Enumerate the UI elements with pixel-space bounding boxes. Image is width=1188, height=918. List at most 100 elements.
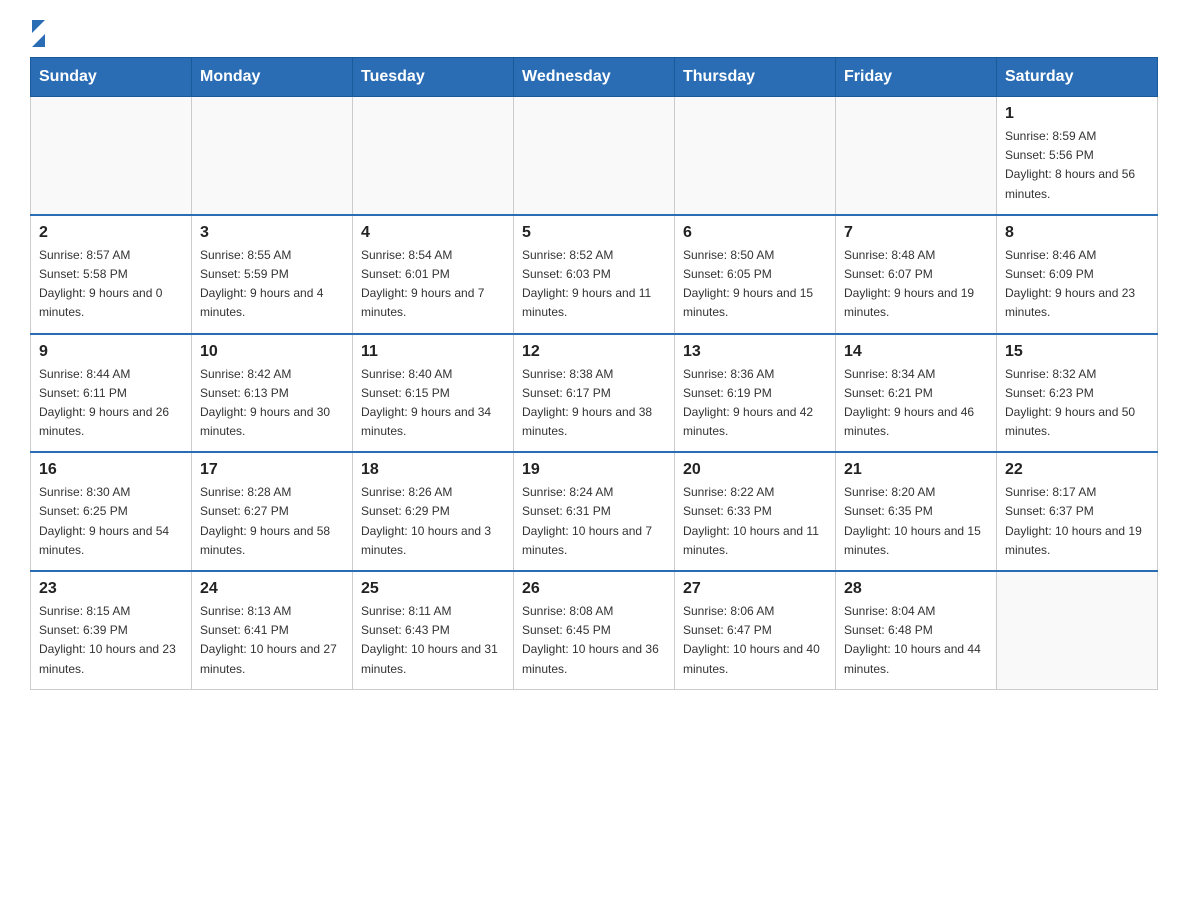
day-info: Sunrise: 8:50 AMSunset: 6:05 PMDaylight:… bbox=[683, 246, 827, 323]
weekday-header-friday: Friday bbox=[836, 58, 997, 97]
calendar-cell: 6 Sunrise: 8:50 AMSunset: 6:05 PMDaylight… bbox=[675, 215, 836, 334]
calendar-cell bbox=[31, 97, 192, 215]
page-header bbox=[30, 20, 1158, 47]
day-number: 18 bbox=[361, 461, 505, 479]
day-number: 15 bbox=[1005, 343, 1149, 361]
calendar-table: SundayMondayTuesdayWednesdayThursdayFrid… bbox=[30, 57, 1158, 690]
calendar-cell: 12 Sunrise: 8:38 AMSunset: 6:17 PMDayligh… bbox=[514, 334, 675, 453]
calendar-cell bbox=[997, 571, 1158, 689]
calendar-cell: 26 Sunrise: 8:08 AMSunset: 6:45 PMDayligh… bbox=[514, 571, 675, 689]
calendar-cell bbox=[192, 97, 353, 215]
week-row-5: 23Sunrise: 8:15 AMSunset: 6:39 PMDayligh… bbox=[31, 571, 1158, 689]
day-number: 8 bbox=[1005, 224, 1149, 242]
calendar-cell: 2 Sunrise: 8:57 AMSunset: 5:58 PMDaylight… bbox=[31, 215, 192, 334]
calendar-cell bbox=[353, 97, 514, 215]
weekday-header-thursday: Thursday bbox=[675, 58, 836, 97]
day-info: Sunrise: 8:38 AMSunset: 6:17 PMDaylight:… bbox=[522, 365, 666, 442]
calendar-cell: 24 Sunrise: 8:13 AMSunset: 6:41 PMDayligh… bbox=[192, 571, 353, 689]
day-number: 10 bbox=[200, 343, 344, 361]
calendar-cell: 16 Sunrise: 8:30 AMSunset: 6:25 PMDayligh… bbox=[31, 452, 192, 571]
weekday-header-wednesday: Wednesday bbox=[514, 58, 675, 97]
calendar-cell: 15 Sunrise: 8:32 AMSunset: 6:23 PMDayligh… bbox=[997, 334, 1158, 453]
day-info: Sunrise: 8:32 AMSunset: 6:23 PMDaylight:… bbox=[1005, 365, 1149, 442]
day-info: Sunrise: 8:57 AMSunset: 5:58 PMDaylight:… bbox=[39, 246, 183, 323]
calendar-cell: 4Sunrise: 8:54 AMSunset: 6:01 PMDaylight… bbox=[353, 215, 514, 334]
calendar-cell: 17 Sunrise: 8:28 AMSunset: 6:27 PMDayligh… bbox=[192, 452, 353, 571]
calendar-cell bbox=[836, 97, 997, 215]
day-info: Sunrise: 8:36 AMSunset: 6:19 PMDaylight:… bbox=[683, 365, 827, 442]
day-info: Sunrise: 8:48 AMSunset: 6:07 PMDaylight:… bbox=[844, 246, 988, 323]
day-number: 28 bbox=[844, 580, 988, 598]
day-number: 3 bbox=[200, 224, 344, 242]
day-info: Sunrise: 8:22 AMSunset: 6:33 PMDaylight:… bbox=[683, 483, 827, 560]
week-row-3: 9Sunrise: 8:44 AMSunset: 6:11 PMDaylight… bbox=[31, 334, 1158, 453]
day-number: 22 bbox=[1005, 461, 1149, 479]
day-info: Sunrise: 8:55 AMSunset: 5:59 PMDaylight:… bbox=[200, 246, 344, 323]
calendar-cell: 13Sunrise: 8:36 AMSunset: 6:19 PMDayligh… bbox=[675, 334, 836, 453]
calendar-cell: 20 Sunrise: 8:22 AMSunset: 6:33 PMDayligh… bbox=[675, 452, 836, 571]
day-number: 14 bbox=[844, 343, 988, 361]
day-info: Sunrise: 8:40 AMSunset: 6:15 PMDaylight:… bbox=[361, 365, 505, 442]
week-row-2: 2 Sunrise: 8:57 AMSunset: 5:58 PMDaylight… bbox=[31, 215, 1158, 334]
weekday-header-row: SundayMondayTuesdayWednesdayThursdayFrid… bbox=[31, 58, 1158, 97]
calendar-cell: 5 Sunrise: 8:52 AMSunset: 6:03 PMDaylight… bbox=[514, 215, 675, 334]
logo bbox=[30, 20, 45, 47]
calendar-cell: 1 Sunrise: 8:59 AMSunset: 5:56 PMDaylight… bbox=[997, 97, 1158, 215]
day-info: Sunrise: 8:13 AMSunset: 6:41 PMDaylight:… bbox=[200, 602, 344, 679]
day-number: 20 bbox=[683, 461, 827, 479]
day-number: 17 bbox=[200, 461, 344, 479]
day-info: Sunrise: 8:44 AMSunset: 6:11 PMDaylight:… bbox=[39, 365, 183, 442]
day-info: Sunrise: 8:28 AMSunset: 6:27 PMDaylight:… bbox=[200, 483, 344, 560]
day-number: 27 bbox=[683, 580, 827, 598]
day-info: Sunrise: 8:30 AMSunset: 6:25 PMDaylight:… bbox=[39, 483, 183, 560]
calendar-cell: 9Sunrise: 8:44 AMSunset: 6:11 PMDaylight… bbox=[31, 334, 192, 453]
calendar-cell: 7 Sunrise: 8:48 AMSunset: 6:07 PMDaylight… bbox=[836, 215, 997, 334]
day-number: 19 bbox=[522, 461, 666, 479]
weekday-header-tuesday: Tuesday bbox=[353, 58, 514, 97]
calendar-cell: 27Sunrise: 8:06 AMSunset: 6:47 PMDayligh… bbox=[675, 571, 836, 689]
calendar-cell: 14 Sunrise: 8:34 AMSunset: 6:21 PMDayligh… bbox=[836, 334, 997, 453]
day-number: 6 bbox=[683, 224, 827, 242]
day-info: Sunrise: 8:04 AMSunset: 6:48 PMDaylight:… bbox=[844, 602, 988, 679]
day-info: Sunrise: 8:20 AMSunset: 6:35 PMDaylight:… bbox=[844, 483, 988, 560]
day-number: 12 bbox=[522, 343, 666, 361]
calendar-cell: 8 Sunrise: 8:46 AMSunset: 6:09 PMDaylight… bbox=[997, 215, 1158, 334]
day-number: 11 bbox=[361, 343, 505, 361]
calendar-cell bbox=[675, 97, 836, 215]
day-info: Sunrise: 8:24 AMSunset: 6:31 PMDaylight:… bbox=[522, 483, 666, 560]
day-info: Sunrise: 8:54 AMSunset: 6:01 PMDaylight:… bbox=[361, 246, 505, 323]
day-info: Sunrise: 8:26 AMSunset: 6:29 PMDaylight:… bbox=[361, 483, 505, 560]
calendar-cell: 23Sunrise: 8:15 AMSunset: 6:39 PMDayligh… bbox=[31, 571, 192, 689]
calendar-cell: 19 Sunrise: 8:24 AMSunset: 6:31 PMDayligh… bbox=[514, 452, 675, 571]
calendar-cell: 10 Sunrise: 8:42 AMSunset: 6:13 PMDayligh… bbox=[192, 334, 353, 453]
day-info: Sunrise: 8:46 AMSunset: 6:09 PMDaylight:… bbox=[1005, 246, 1149, 323]
calendar-cell: 25 Sunrise: 8:11 AMSunset: 6:43 PMDayligh… bbox=[353, 571, 514, 689]
calendar-cell: 21 Sunrise: 8:20 AMSunset: 6:35 PMDayligh… bbox=[836, 452, 997, 571]
day-number: 2 bbox=[39, 224, 183, 242]
day-number: 24 bbox=[200, 580, 344, 598]
weekday-header-monday: Monday bbox=[192, 58, 353, 97]
day-number: 23 bbox=[39, 580, 183, 598]
calendar-cell: 22 Sunrise: 8:17 AMSunset: 6:37 PMDayligh… bbox=[997, 452, 1158, 571]
day-number: 7 bbox=[844, 224, 988, 242]
day-info: Sunrise: 8:52 AMSunset: 6:03 PMDaylight:… bbox=[522, 246, 666, 323]
week-row-1: 1 Sunrise: 8:59 AMSunset: 5:56 PMDaylight… bbox=[31, 97, 1158, 215]
day-number: 5 bbox=[522, 224, 666, 242]
day-number: 25 bbox=[361, 580, 505, 598]
day-info: Sunrise: 8:42 AMSunset: 6:13 PMDaylight:… bbox=[200, 365, 344, 442]
day-number: 16 bbox=[39, 461, 183, 479]
day-info: Sunrise: 8:59 AMSunset: 5:56 PMDaylight:… bbox=[1005, 127, 1149, 204]
day-number: 21 bbox=[844, 461, 988, 479]
calendar-cell bbox=[514, 97, 675, 215]
calendar-cell: 11 Sunrise: 8:40 AMSunset: 6:15 PMDayligh… bbox=[353, 334, 514, 453]
day-info: Sunrise: 8:34 AMSunset: 6:21 PMDaylight:… bbox=[844, 365, 988, 442]
day-info: Sunrise: 8:08 AMSunset: 6:45 PMDaylight:… bbox=[522, 602, 666, 679]
day-number: 26 bbox=[522, 580, 666, 598]
calendar-cell: 18 Sunrise: 8:26 AMSunset: 6:29 PMDayligh… bbox=[353, 452, 514, 571]
week-row-4: 16 Sunrise: 8:30 AMSunset: 6:25 PMDayligh… bbox=[31, 452, 1158, 571]
day-info: Sunrise: 8:17 AMSunset: 6:37 PMDaylight:… bbox=[1005, 483, 1149, 560]
weekday-header-sunday: Sunday bbox=[31, 58, 192, 97]
day-number: 1 bbox=[1005, 105, 1149, 123]
day-info: Sunrise: 8:11 AMSunset: 6:43 PMDaylight:… bbox=[361, 602, 505, 679]
weekday-header-saturday: Saturday bbox=[997, 58, 1158, 97]
